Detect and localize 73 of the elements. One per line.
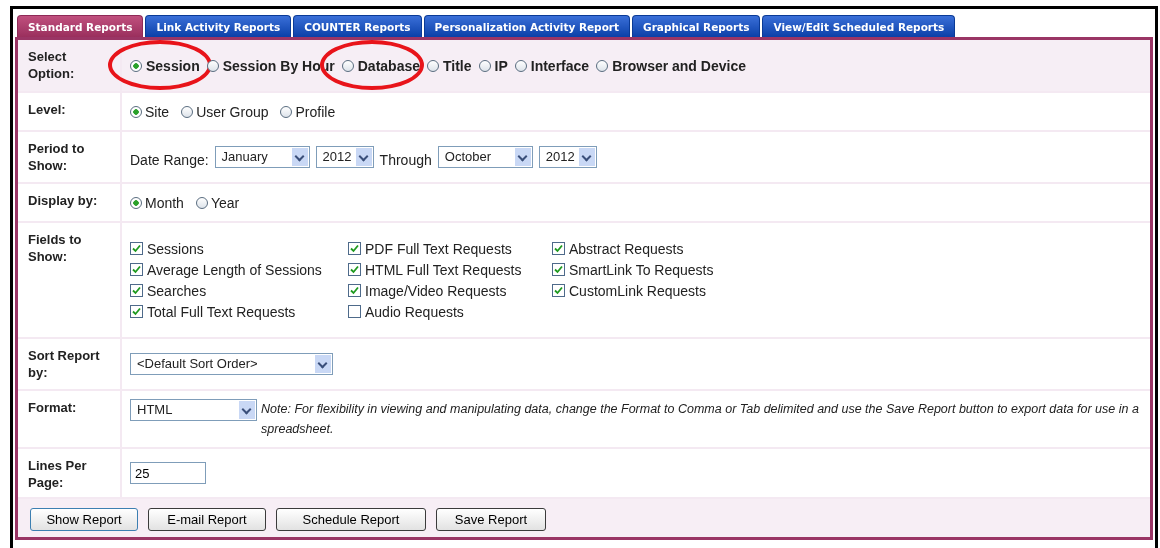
radio-button[interactable]	[596, 59, 609, 72]
report-tab[interactable]: View/Edit Scheduled Reports	[762, 15, 956, 37]
option-label: Month	[145, 194, 184, 211]
action-button[interactable]: Schedule Report	[276, 508, 426, 531]
field-label: Select Option:	[28, 49, 75, 81]
field-label: Level:	[28, 102, 66, 117]
checkbox[interactable]	[552, 242, 565, 255]
checkbox-label: Image/Video Requests	[365, 282, 507, 299]
action-button[interactable]: Show Report	[30, 508, 138, 531]
radio-button[interactable]	[280, 105, 293, 118]
year-select[interactable]: 2012	[315, 146, 374, 168]
action-button[interactable]: E-mail Report	[148, 508, 266, 531]
radio-button[interactable]	[514, 59, 527, 72]
checkbox-label: Searches	[147, 282, 207, 299]
field-label: Display by:	[28, 193, 98, 208]
checkbox-label: Total Full Text Requests	[147, 303, 296, 320]
radio-button[interactable]	[195, 196, 208, 209]
radio-button[interactable]	[478, 59, 491, 72]
checkbox-label: PDF Full Text Requests	[365, 240, 512, 257]
option-label: Site	[145, 103, 170, 120]
radio-button[interactable]	[181, 105, 194, 118]
format-select[interactable]: HTML	[130, 399, 258, 421]
checkbox[interactable]	[348, 263, 361, 276]
month-select[interactable]: October	[437, 146, 533, 168]
checkbox[interactable]	[348, 305, 361, 318]
report-tab[interactable]: Link Activity Reports	[145, 15, 292, 37]
checkbox[interactable]	[130, 242, 143, 255]
date-range-label: Date Range:	[130, 152, 209, 168]
checkbox-label: SmartLink To Requests	[569, 261, 714, 278]
option-label: Browser and Device	[612, 57, 746, 74]
option-label: Profile	[295, 103, 336, 120]
field-label: Fields to Show:	[28, 232, 82, 264]
month-select[interactable]: January	[214, 146, 310, 168]
report-tab[interactable]: Personalization Activity Report	[423, 15, 631, 37]
field-label: Period to Show:	[28, 141, 85, 173]
option-label: Interface	[530, 57, 590, 74]
option-label: Year	[210, 194, 240, 211]
field-label: Format:	[28, 400, 77, 415]
checkbox[interactable]	[348, 284, 361, 297]
radio-button[interactable]	[427, 59, 439, 72]
field-label: Sort Report by:	[28, 348, 100, 380]
checkbox[interactable]	[130, 284, 143, 297]
lines-per-page-field[interactable]: 25	[130, 462, 206, 484]
option-label: Title	[443, 57, 472, 74]
radio-button[interactable]	[130, 59, 142, 72]
option-label: IP	[494, 57, 508, 74]
year-select[interactable]: 2012	[538, 146, 597, 168]
checkbox[interactable]	[552, 263, 565, 276]
report-tab[interactable]: COUNTER Reports	[293, 15, 422, 37]
checkbox[interactable]	[130, 305, 143, 318]
radio-button[interactable]	[206, 59, 219, 72]
checkbox-label: CustomLink Requests	[569, 282, 706, 299]
report-tab[interactable]: Standard Reports	[17, 15, 144, 37]
field-label: Lines Per Page:	[28, 458, 87, 490]
checkbox[interactable]	[130, 263, 143, 276]
radio-button[interactable]	[130, 196, 142, 209]
through-label: Through	[379, 152, 432, 168]
checkbox-label: Average Length of Sessions	[147, 261, 322, 278]
action-button[interactable]: Save Report	[436, 508, 546, 531]
option-label: User Group	[196, 103, 269, 120]
checkbox-label: Audio Requests	[365, 303, 464, 320]
checkbox-label: HTML Full Text Requests	[365, 261, 522, 278]
sort-select[interactable]: <Default Sort Order>	[130, 353, 333, 375]
checkbox[interactable]	[348, 242, 361, 255]
checkbox-label: Sessions	[147, 240, 204, 257]
report-tab[interactable]: Graphical Reports	[632, 15, 761, 37]
format-note: Note: For flexibility in viewing and manipulating data, change the Format to Comma or Tab delimited and use the Save Report button to export data for use in a spreadsheet.	[261, 401, 1140, 438]
radio-button[interactable]	[130, 105, 142, 118]
checkbox[interactable]	[552, 284, 565, 297]
option-label: Session	[146, 57, 200, 74]
checkbox-label: Abstract Requests	[569, 240, 684, 257]
option-label: Database	[357, 57, 420, 74]
radio-button[interactable]	[341, 59, 354, 72]
